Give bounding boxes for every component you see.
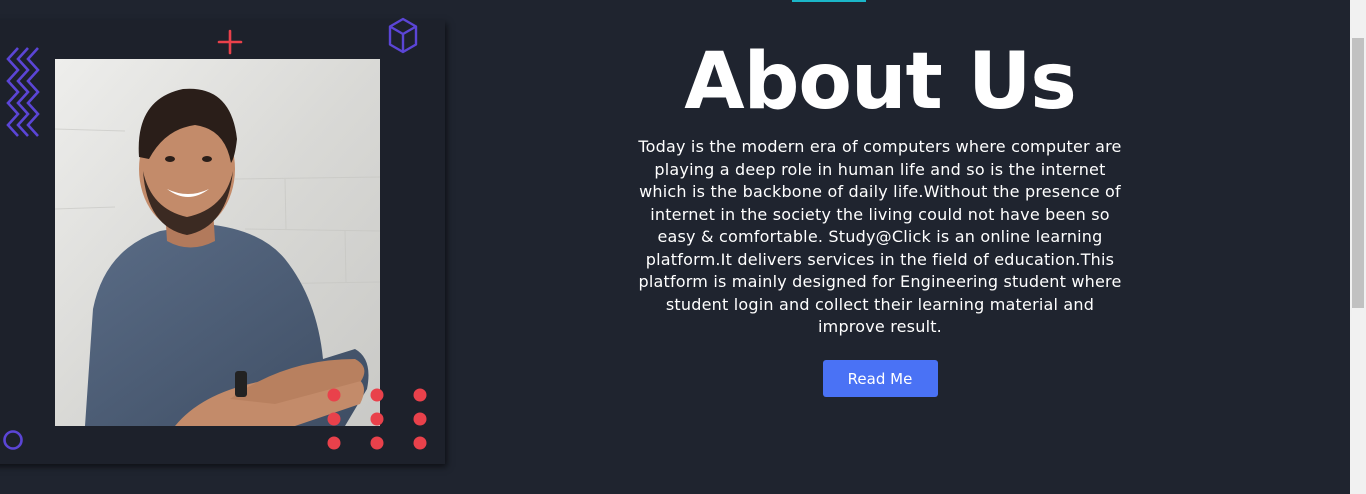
cube-icon — [388, 17, 418, 54]
about-section: About Us Today is the modern era of comp… — [0, 0, 1350, 494]
read-me-button[interactable]: Read Me — [822, 359, 938, 397]
vertical-scrollbar[interactable] — [1350, 0, 1366, 494]
top-accent-line — [792, 0, 866, 2]
about-description: Today is the modern era of computers whe… — [638, 137, 1122, 336]
plus-icon — [217, 29, 243, 55]
zigzag-lines-icon — [6, 47, 40, 137]
scrollbar-thumb[interactable] — [1352, 38, 1364, 308]
about-content: About Us Today is the modern era of comp… — [610, 36, 1150, 397]
circle-outline-icon — [3, 430, 23, 450]
profile-photo — [55, 59, 380, 426]
dot-grid-icon — [327, 388, 427, 450]
page-title: About Us — [684, 37, 1077, 127]
